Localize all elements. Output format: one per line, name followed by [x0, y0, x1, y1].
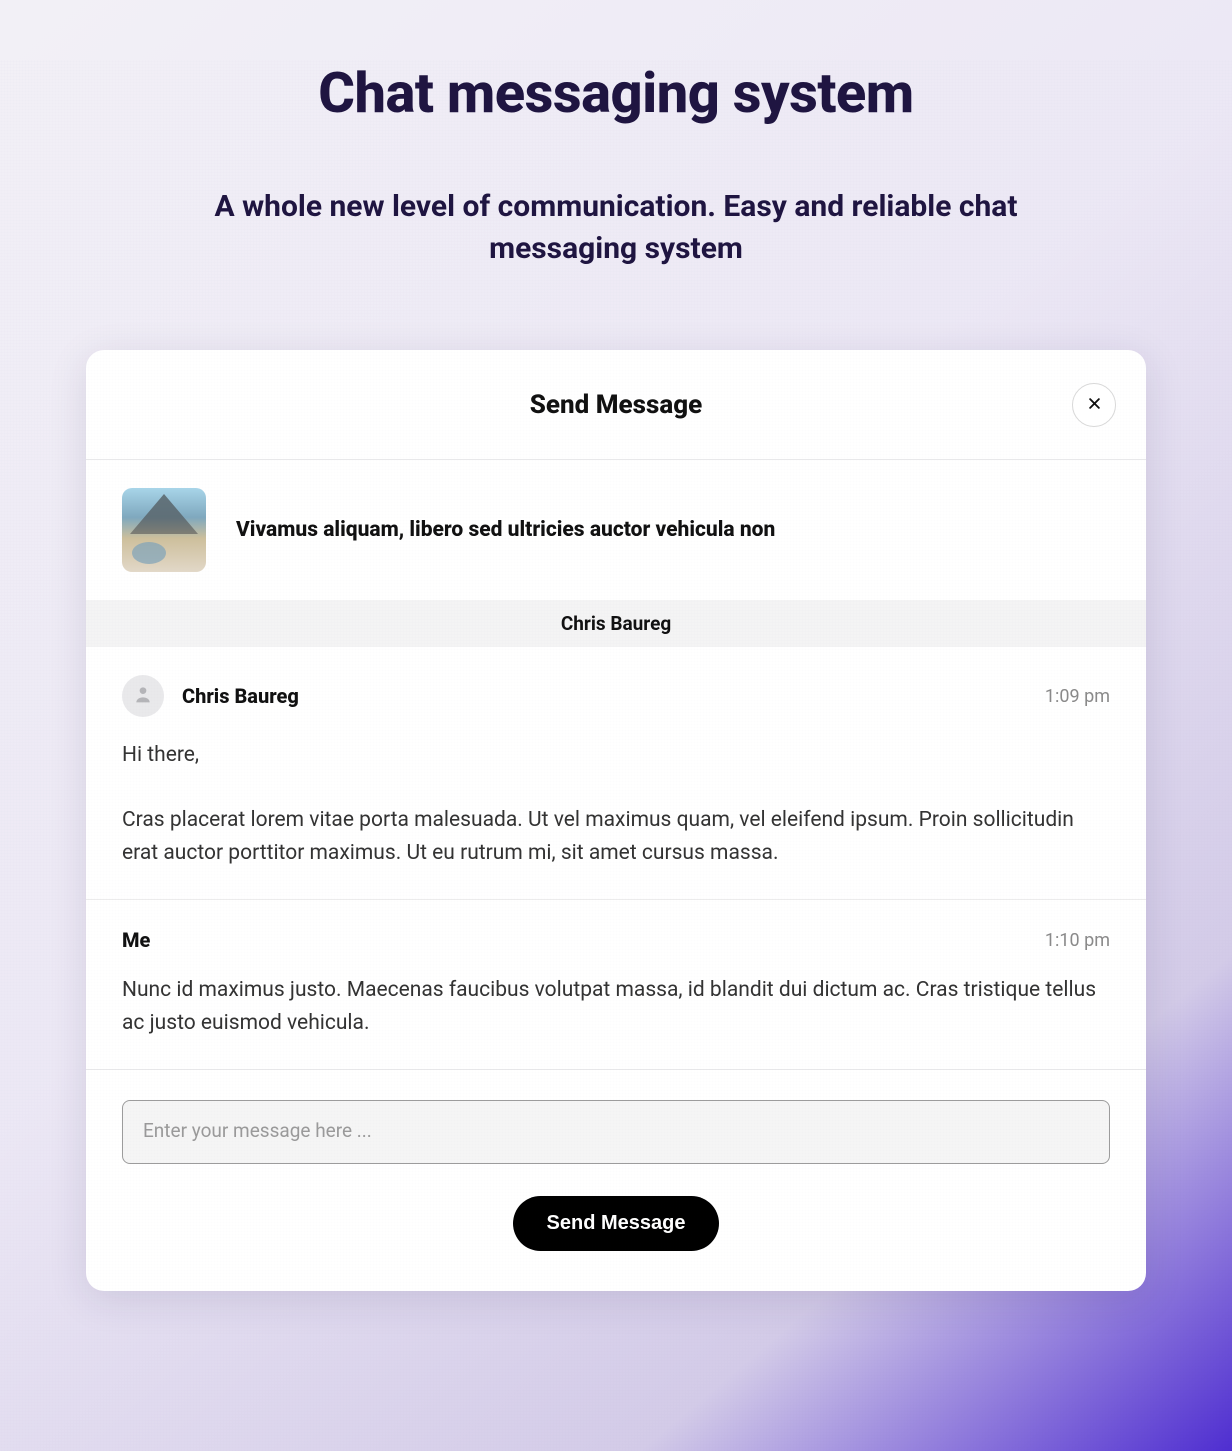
send-message-modal: Send Message Vivamus aliquam, libero sed…: [86, 350, 1146, 1291]
message-item: Chris Baureg 1:09 pm Hi there, Cras plac…: [86, 647, 1146, 900]
close-button[interactable]: [1072, 383, 1116, 427]
composer: Send Message: [86, 1070, 1146, 1291]
listing-row: Vivamus aliquam, libero sed ultricies au…: [86, 460, 1146, 600]
message-sender: Chris Baureg: [182, 684, 299, 708]
message-sender: Me: [122, 928, 150, 952]
message-body: Nunc id maximus justo. Maecenas faucibus…: [122, 974, 1110, 1039]
message-input[interactable]: [122, 1100, 1110, 1164]
message-body: Hi there, Cras placerat lorem vitae port…: [122, 739, 1110, 869]
send-message-button[interactable]: Send Message: [513, 1196, 720, 1251]
message-header: Me 1:10 pm: [122, 928, 1110, 952]
message-list[interactable]: Chris Baureg 1:09 pm Hi there, Cras plac…: [86, 647, 1146, 1070]
modal-header: Send Message: [86, 350, 1146, 460]
person-icon: [133, 684, 153, 708]
message-time: 1:09 pm: [1045, 686, 1110, 707]
participant-bar: Chris Baureg: [86, 600, 1146, 647]
message-header: Chris Baureg 1:09 pm: [122, 675, 1110, 717]
modal-title: Send Message: [530, 390, 702, 420]
message-item: Me 1:10 pm Nunc id maximus justo. Maecen…: [86, 900, 1146, 1069]
message-time: 1:10 pm: [1045, 930, 1110, 951]
page-title: Chat messaging system: [0, 60, 1232, 126]
avatar: [122, 675, 164, 717]
page-subtitle: A whole new level of communication. Easy…: [166, 186, 1066, 270]
listing-title: Vivamus aliquam, libero sed ultricies au…: [236, 518, 775, 542]
listing-thumbnail: [122, 488, 206, 572]
close-icon: [1087, 396, 1102, 414]
